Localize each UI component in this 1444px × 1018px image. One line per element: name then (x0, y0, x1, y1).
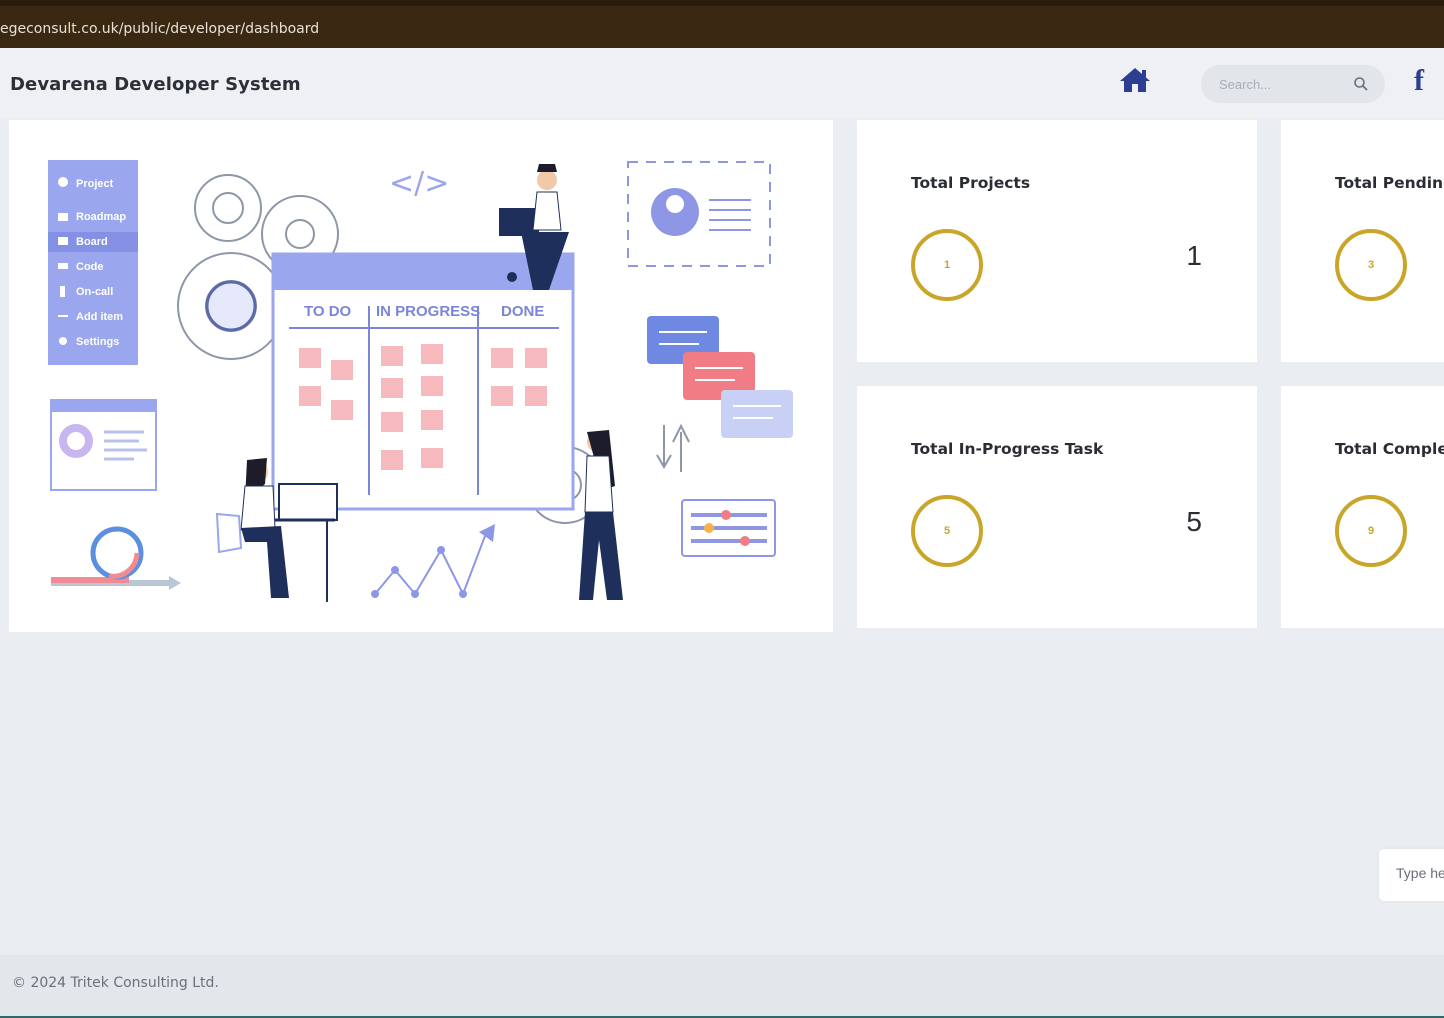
count-ring: 3 (1335, 229, 1407, 301)
card-label: Total Pending (1335, 174, 1444, 192)
card-value: 5 (1186, 506, 1202, 537)
mini-sidebar-additem: Add item (76, 311, 123, 323)
code-symbol: </> (389, 166, 449, 201)
count-ring: 9 (1335, 495, 1407, 567)
card-total-pending[interactable]: Total Pending 3 (1281, 120, 1444, 362)
card-value: 1 (1186, 240, 1202, 271)
card-label: Total In-Progress Task (911, 440, 1104, 458)
count-ring: 5 (911, 495, 983, 567)
facebook-icon[interactable]: f (1414, 64, 1444, 96)
url-text[interactable]: egeconsult.co.uk/public/developer/dashbo… (0, 21, 319, 37)
copyright-text: © 2024 Tritek Consulting Ltd. (12, 975, 219, 991)
brand-title[interactable]: Devarena Developer System (10, 74, 301, 95)
mini-sidebar-code: Code (76, 261, 104, 273)
top-navbar: Devarena Developer System f (0, 48, 1444, 118)
board-column-todo: TO DO (304, 303, 352, 320)
home-icon[interactable] (1118, 66, 1152, 94)
card-label: Total Projects (911, 174, 1031, 192)
search-box (1201, 65, 1385, 103)
board-column-inprogress: IN PROGRESS (376, 303, 480, 320)
chat-widget (1379, 849, 1444, 901)
mini-sidebar-oncall: On-call (76, 286, 113, 298)
card-total-projects[interactable]: Total Projects 1 1 (857, 120, 1257, 362)
card-total-complete[interactable]: Total Complete 9 (1281, 386, 1444, 628)
card-total-inprogress[interactable]: Total In-Progress Task 5 5 (857, 386, 1257, 628)
mini-sidebar-roadmap: Roadmap (76, 211, 126, 223)
mini-sidebar-settings: Settings (76, 336, 119, 348)
mini-sidebar-board: Board (76, 236, 108, 248)
dashboard-illustration: Project Roadmap Board Code On-call Add i… (48, 160, 793, 602)
browser-url-bar[interactable]: egeconsult.co.uk/public/developer/dashbo… (0, 0, 1444, 48)
chat-input[interactable] (1396, 865, 1444, 881)
count-ring: 1 (911, 229, 983, 301)
mini-sidebar-project: Project (76, 178, 114, 190)
search-icon[interactable] (1353, 76, 1369, 92)
footer: © 2024 Tritek Consulting Ltd. (0, 955, 1444, 1018)
search-input[interactable] (1219, 74, 1349, 94)
board-column-done: DONE (501, 303, 544, 320)
card-label: Total Complete (1335, 440, 1444, 458)
hero-illustration: Project Roadmap Board Code On-call Add i… (9, 120, 833, 632)
